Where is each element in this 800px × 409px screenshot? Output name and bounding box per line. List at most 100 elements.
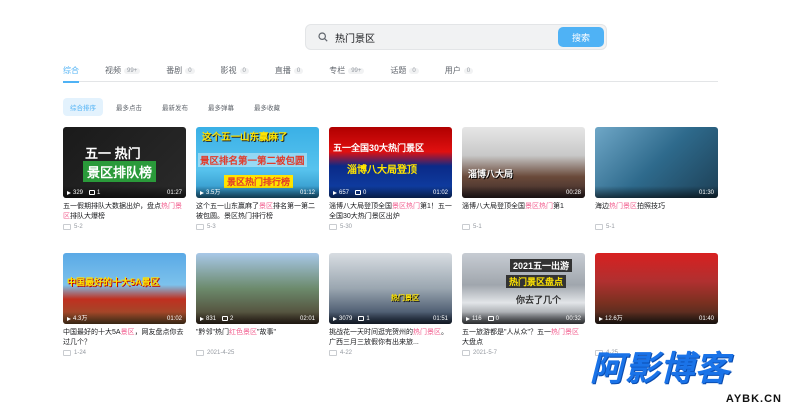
play-count-icon (200, 317, 204, 321)
search-button[interactable]: 搜索 (558, 27, 604, 47)
video-title[interactable]: 五一假期排队大数据出炉，盘点热门景区排队大爆榜 (63, 202, 186, 222)
tab-count: 0 (239, 67, 249, 74)
video-title[interactable]: 这个五一山东赢麻了景区排名第一第二被包圆。景区热门排行榜 (196, 202, 319, 222)
duration: 00:28 (565, 190, 581, 196)
video-stats: 3.5万 01:12 (196, 186, 319, 198)
video-card[interactable]: 这个五一山东赢麻了 景区排名第一第二被包圆 景区热门排行榜 3.5万 01:12 … (196, 127, 319, 253)
thumbnail-text: 淄博八大局 (468, 169, 514, 179)
search-icon (314, 28, 332, 46)
video-title[interactable]: 挑战花一天时间逛完贺州的热门景区。广西三月三放假你有出来旅... (329, 328, 452, 348)
tab-user[interactable]: 用户 0 (445, 60, 474, 82)
video-author[interactable]: 4-22 (329, 350, 452, 356)
video-grid: 五一 热门 景区排队榜 329 1 01:27 五一假期排队大数据出炉，盘点热门景区… (63, 127, 718, 379)
thumbnail-text: 热门景区 (391, 295, 419, 302)
sort-options: 综合排序 最多点击 最新发布 最多弹幕 最多收藏 (63, 98, 287, 116)
video-title[interactable] (595, 328, 718, 348)
tab-all[interactable]: 综合 (63, 60, 79, 83)
video-thumbnail[interactable]: 2021五一出游 热门景区盘点 你去了几个 116 0 00:32 (462, 253, 585, 324)
duration: 01:51 (432, 316, 448, 322)
video-stats: 3079 1 01:51 (329, 312, 452, 324)
video-card[interactable]: 五一全国30大热门景区 淄博八大局登顶 657 0 01:02 淄博八大局登顶全国景… (329, 127, 452, 253)
uploader-icon (329, 224, 337, 230)
thumbnail-text: 五一全国30大热门景区 (333, 143, 425, 153)
duration: 02:01 (299, 316, 315, 322)
search-bar: 搜索 (305, 24, 607, 50)
danmaku-icon (355, 190, 362, 195)
video-title[interactable]: 淄博八大局登顶全国景区热门第1！五一全国30大热门景区出炉 (329, 202, 452, 222)
video-author[interactable]: 1-24 (63, 350, 186, 356)
video-author[interactable]: 5-1 (462, 224, 585, 230)
uploader-icon (329, 350, 337, 356)
video-thumbnail[interactable]: 五一 热门 景区排队榜 329 1 01:27 (63, 127, 186, 198)
video-thumbnail[interactable]: 淄博八大局 00:28 (462, 127, 585, 198)
video-card[interactable]: 淄博八大局 00:28 淄博八大局登顶全国景区热门第1 5-1 (462, 127, 585, 253)
video-author[interactable]: 5-1 (595, 224, 718, 230)
tab-topic[interactable]: 话题 0 (390, 60, 419, 82)
duration: 01:02 (166, 316, 182, 322)
thumbnail-text: 热门景区盘点 (506, 275, 567, 288)
danmaku-icon (487, 316, 494, 321)
thumbnail-text: 景区排队榜 (83, 161, 157, 182)
video-thumbnail[interactable]: 12.6万 01:40 (595, 253, 718, 324)
uploader-icon (462, 224, 470, 230)
thumbnail-text: 五一 热门 (85, 146, 141, 161)
play-count-icon (333, 191, 337, 195)
tab-count: 99+ (124, 67, 141, 74)
thumbnail-text: 淄博八大局登顶 (347, 165, 417, 176)
video-card[interactable]: 01:30 海边热门景区拍照技巧 5-1 (595, 127, 718, 253)
video-author[interactable]: 5-30 (329, 224, 452, 230)
sort-newest[interactable]: 最新发布 (155, 98, 195, 116)
video-thumbnail[interactable]: 五一全国30大热门景区 淄博八大局登顶 657 0 01:02 (329, 127, 452, 198)
tab-count: 0 (463, 67, 474, 74)
video-card[interactable]: 五一 热门 景区排队榜 329 1 01:27 五一假期排队大数据出炉，盘点热门景区… (63, 127, 186, 253)
uploader-icon (63, 224, 71, 230)
video-thumbnail[interactable]: 01:30 (595, 127, 718, 198)
video-title[interactable]: 淄博八大局登顶全国景区热门第1 (462, 202, 585, 222)
sort-most-clicks[interactable]: 最多点击 (109, 98, 149, 116)
uploader-icon (196, 224, 204, 230)
duration: 01:30 (698, 190, 714, 196)
tab-article[interactable]: 专栏 99+ (329, 60, 365, 82)
thumbnail-text: 景区排名第一第二被包圆 (198, 153, 307, 167)
tab-count: 99+ (348, 67, 365, 74)
video-stats: 00:28 (462, 186, 585, 198)
tab-count: 0 (409, 67, 419, 74)
video-stats: 831 2 02:01 (196, 312, 319, 324)
duration: 01:02 (432, 190, 448, 196)
video-thumbnail[interactable]: 中国最好的十大5A景区 4.3万 01:02 (63, 253, 186, 324)
thumbnail-text: 中国最好的十大5A景区 (67, 277, 160, 287)
video-author[interactable]: 5-2 (63, 224, 186, 230)
video-author[interactable]: 2021-5-7 (462, 350, 585, 356)
video-card[interactable]: 热门景区 3079 1 01:51 挑战花一天时间逛完贺州的热门景区。广西三月三放假… (329, 253, 452, 379)
uploader-icon (63, 350, 71, 356)
video-title[interactable]: 海边热门景区拍照技巧 (595, 202, 718, 222)
duration: 01:12 (299, 190, 315, 196)
sort-most-danmaku[interactable]: 最多弹幕 (201, 98, 241, 116)
video-card[interactable]: 831 2 02:01 "黔邻"热门红色景区"故事" 2021-4-25 (196, 253, 319, 379)
video-card[interactable]: 中国最好的十大5A景区 4.3万 01:02 中国最好的十大5A景区，网友盘点你去… (63, 253, 186, 379)
video-author[interactable]: 5-3 (196, 224, 319, 230)
thumbnail-text: 2021五一出游 (510, 259, 573, 272)
video-title[interactable]: 中国最好的十大5A景区，网友盘点你去过几个？ (63, 328, 186, 348)
tab-video[interactable]: 视频 99+ (105, 60, 141, 82)
tab-bangumi[interactable]: 番剧 0 (166, 60, 195, 82)
tab-movie[interactable]: 影视 0 (221, 60, 249, 82)
sort-most-favorites[interactable]: 最多收藏 (247, 98, 287, 116)
danmaku-icon (358, 316, 365, 321)
tab-count: 0 (293, 67, 304, 74)
play-count-icon (333, 317, 337, 321)
video-stats: 116 0 00:32 (462, 312, 585, 324)
category-tabs: 综合 视频 99+ 番剧 0 影视 0 直播 0 专栏 99+ 话题 0 用户 0 (63, 60, 718, 83)
play-count-icon (67, 191, 71, 195)
watermark-logo: 阿影博客 (590, 349, 730, 389)
tab-live[interactable]: 直播 0 (275, 60, 304, 82)
video-author[interactable]: 2021-4-25 (196, 350, 319, 356)
video-title[interactable]: 五一旅游都是"人从众"？五一热门景区大盘点 (462, 328, 585, 348)
video-title[interactable]: "黔邻"热门红色景区"故事" (196, 328, 319, 348)
video-thumbnail[interactable]: 热门景区 3079 1 01:51 (329, 253, 452, 324)
video-card[interactable]: 2021五一出游 热门景区盘点 你去了几个 116 0 00:32 五一旅游都是"人… (462, 253, 585, 379)
play-count-icon (599, 317, 603, 321)
video-thumbnail[interactable]: 831 2 02:01 (196, 253, 319, 324)
sort-default[interactable]: 综合排序 (63, 98, 103, 116)
video-thumbnail[interactable]: 这个五一山东赢麻了 景区排名第一第二被包圆 景区热门排行榜 3.5万 01:12 (196, 127, 319, 198)
